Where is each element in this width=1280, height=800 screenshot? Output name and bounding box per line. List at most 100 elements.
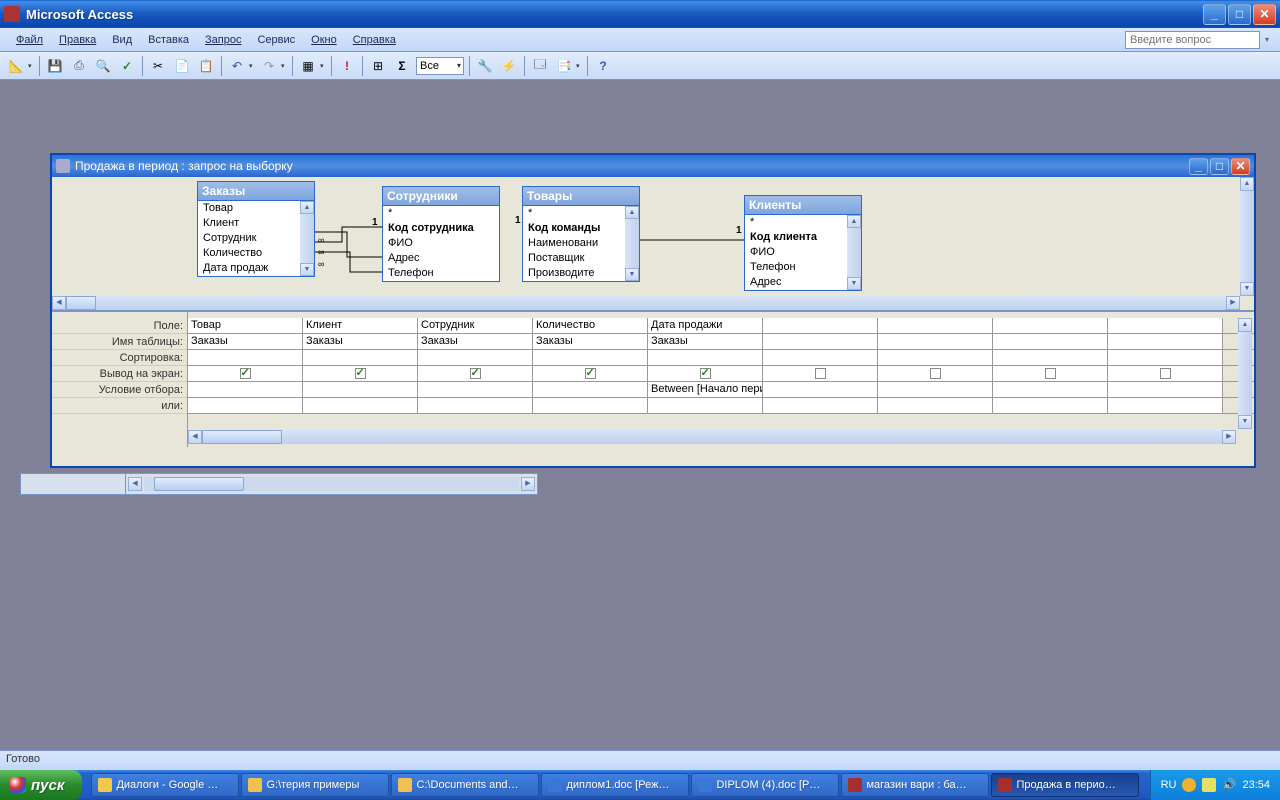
field-item[interactable]: ФИО [745,245,861,260]
subwin-minimize-button[interactable]: _ [1189,158,1208,175]
show-checkbox[interactable] [240,368,251,379]
builder-button[interactable]: ⚡ [498,55,520,77]
qbe-cell-table[interactable] [878,334,993,349]
field-item[interactable]: Код команды [523,221,639,236]
qbe-cell-table[interactable] [1108,334,1223,349]
menu-tools[interactable]: Сервис [249,31,303,49]
qbe-cell-table[interactable]: Заказы [303,334,418,349]
cut-button[interactable]: ✂ [147,55,169,77]
field-item[interactable]: Поставщик [523,251,639,266]
menu-view[interactable]: Вид [104,31,140,49]
field-item[interactable]: Наименовани [523,236,639,251]
show-checkbox[interactable] [930,368,941,379]
print-button[interactable]: ⎙ [68,55,90,77]
menu-window[interactable]: Окно [303,31,345,49]
help-button[interactable]: ? [592,55,614,77]
qbe-cell-show[interactable] [418,366,533,381]
qbe-cell-field[interactable]: Сотрудник [418,318,533,333]
field-item[interactable]: Адрес [383,251,499,266]
subwin-maximize-button[interactable]: □ [1210,158,1229,175]
qbe-cell-sort[interactable] [993,350,1108,365]
undo-button[interactable]: ↶ [226,55,248,77]
diagram-hscroll[interactable]: ◀ ▶ [52,296,1240,310]
show-checkbox[interactable] [355,368,366,379]
qbe-cell-table[interactable]: Заказы [648,334,763,349]
qbe-cell-show[interactable] [188,366,303,381]
field-list-scrollbar[interactable]: ▲ ▼ [625,206,639,281]
diagram-vscroll[interactable]: ▲ ▼ [1240,177,1254,296]
qbe-cell-or[interactable] [303,398,418,413]
qbe-cell-criteria[interactable] [418,382,533,397]
menu-help[interactable]: Справка [345,31,404,49]
taskbar-item[interactable]: DIPLOM (4).doc [P… [691,773,839,797]
qbe-cell-sort[interactable] [763,350,878,365]
qbe-cell-or[interactable] [533,398,648,413]
language-indicator[interactable]: RU [1161,779,1177,791]
qbe-cell-criteria[interactable] [303,382,418,397]
show-checkbox[interactable] [1160,368,1171,379]
table-employees[interactable]: Сотрудники * Код сотрудника ФИО Адрес Те… [382,186,500,282]
qbe-cell-field[interactable]: Количество [533,318,648,333]
qbe-cell-or[interactable] [763,398,878,413]
qbe-cell-or[interactable] [188,398,303,413]
print-preview-button[interactable]: 🔍 [92,55,114,77]
field-item[interactable]: Товар [198,201,314,216]
taskbar-item[interactable]: диплом1.doc [Реж… [541,773,689,797]
qbe-cell-sort[interactable] [303,350,418,365]
field-item[interactable]: Телефон [745,260,861,275]
qbe-cell-or[interactable] [418,398,533,413]
save-button[interactable]: 💾 [44,55,66,77]
qbe-cell-criteria[interactable] [878,382,993,397]
field-item[interactable]: Код клиента [745,230,861,245]
show-checkbox[interactable] [1045,368,1056,379]
qbe-cell-table[interactable]: Заказы [418,334,533,349]
qbe-vscroll[interactable]: ▲▼ [1238,318,1252,429]
field-item[interactable]: Количество [198,246,314,261]
menu-edit[interactable]: Правка [51,31,104,49]
run-button[interactable]: ! [336,55,358,77]
copy-button[interactable]: 📄 [171,55,193,77]
table-goods[interactable]: Товары * Код команды Наименовани Поставщ… [522,186,640,282]
qbe-cell-show[interactable] [878,366,993,381]
query-type-button[interactable]: ▦ [297,55,319,77]
subwin-close-button[interactable]: ✕ [1231,158,1250,175]
field-item[interactable]: ФИО [383,236,499,251]
taskbar-item[interactable]: Продажа в перио… [991,773,1139,797]
scroll-right-button[interactable]: ▶ [521,477,535,491]
table-goods-caption[interactable]: Товары [523,187,639,206]
show-checkbox[interactable] [470,368,481,379]
qbe-cell-sort[interactable] [418,350,533,365]
qbe-cell-sort[interactable] [878,350,993,365]
qbe-cell-sort[interactable] [188,350,303,365]
qbe-cell-field[interactable] [1108,318,1223,333]
qbe-cell-criteria[interactable] [533,382,648,397]
qbe-cell-or[interactable] [878,398,993,413]
tray-icon[interactable] [1182,778,1196,792]
qbe-cell-criteria[interactable] [188,382,303,397]
field-item[interactable]: Адрес [745,275,861,290]
field-item[interactable]: Дата продаж [198,261,314,276]
field-list-scrollbar[interactable]: ▲ ▼ [847,215,861,290]
show-checkbox[interactable] [700,368,711,379]
close-button[interactable]: ✕ [1253,4,1276,25]
qbe-cell-table[interactable]: Заказы [188,334,303,349]
field-item[interactable]: * [383,206,499,221]
scroll-left-button[interactable]: ◀ [128,477,142,491]
minimize-button[interactable]: _ [1203,4,1226,25]
scroll-track[interactable] [144,477,519,491]
qbe-cell-criteria[interactable] [993,382,1108,397]
qbe-cell-or[interactable] [993,398,1108,413]
qbe-cell-field[interactable] [993,318,1108,333]
qbe-cell-field[interactable]: Дата продажи [648,318,763,333]
show-checkbox[interactable] [585,368,596,379]
qbe-cell-table[interactable] [993,334,1108,349]
db-window-button[interactable]: 🗔 [529,55,551,77]
field-item[interactable]: * [523,206,639,221]
qbe-cell-field[interactable]: Клиент [303,318,418,333]
taskbar-item[interactable]: Диалоги - Google … [91,773,239,797]
field-list-scrollbar[interactable]: ▲ ▼ [300,201,314,276]
table-clients-caption[interactable]: Клиенты [745,196,861,215]
taskbar-item[interactable]: магазин вари : ба… [841,773,989,797]
tray-icon[interactable] [1202,778,1216,792]
qbe-cell-criteria[interactable] [1108,382,1223,397]
